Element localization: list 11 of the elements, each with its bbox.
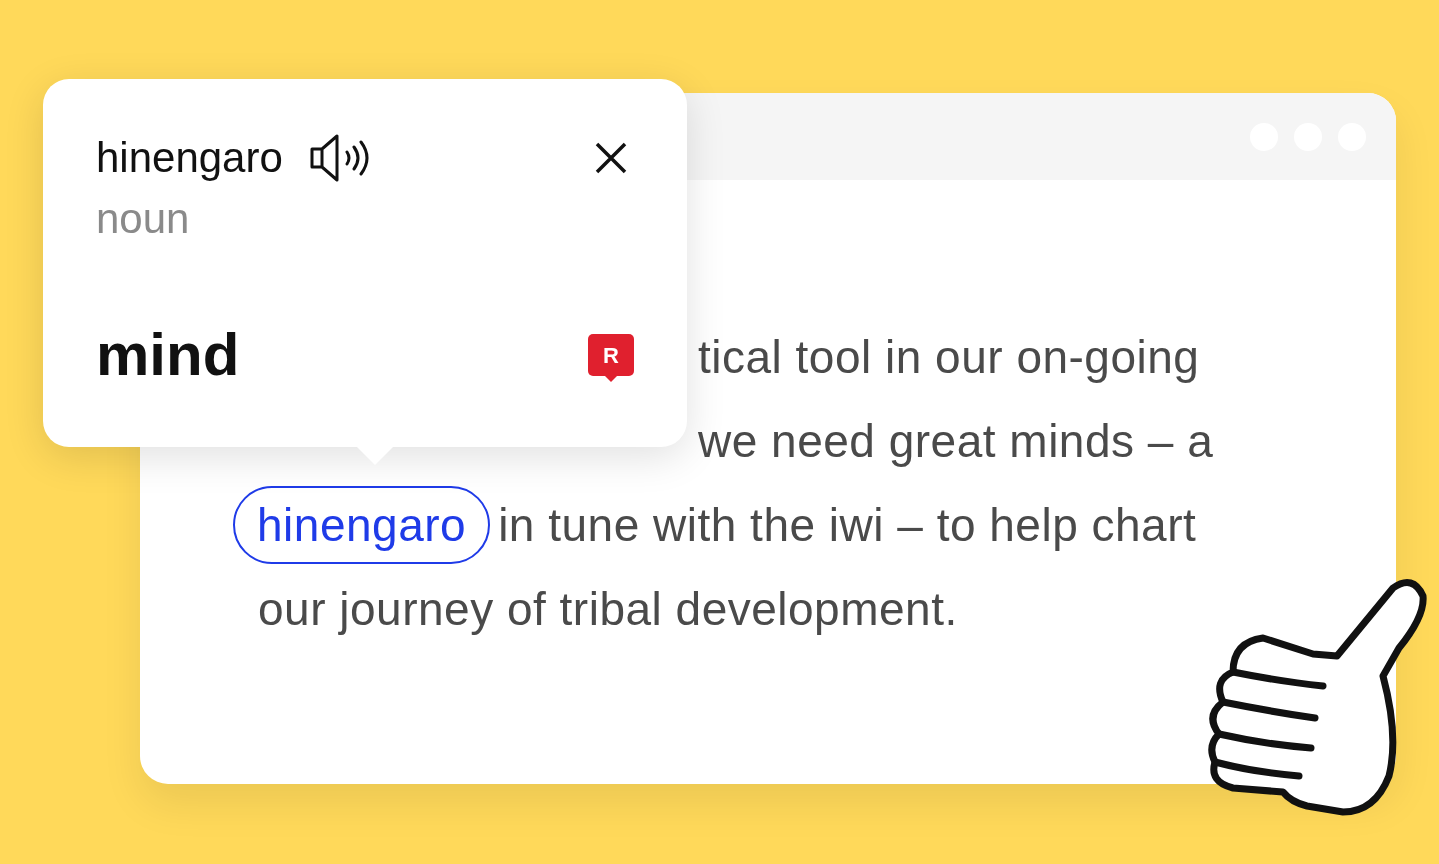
close-icon[interactable] (595, 142, 627, 174)
highlighted-word[interactable]: hinengaro (233, 486, 491, 564)
translation: mind (96, 323, 240, 387)
paragraph-line: tical tool in our on-going (698, 330, 1200, 385)
speaker-icon[interactable] (308, 133, 371, 183)
part-of-speech: noun (95, 194, 191, 243)
badge-pointer (605, 376, 617, 382)
paragraph-line: we need great minds – a (698, 414, 1214, 469)
headword: hinengaro (96, 134, 283, 182)
paragraph-line: our journey of tribal development. (258, 582, 958, 637)
paragraph-line: in tune with the iwi – to help chart (498, 498, 1197, 553)
